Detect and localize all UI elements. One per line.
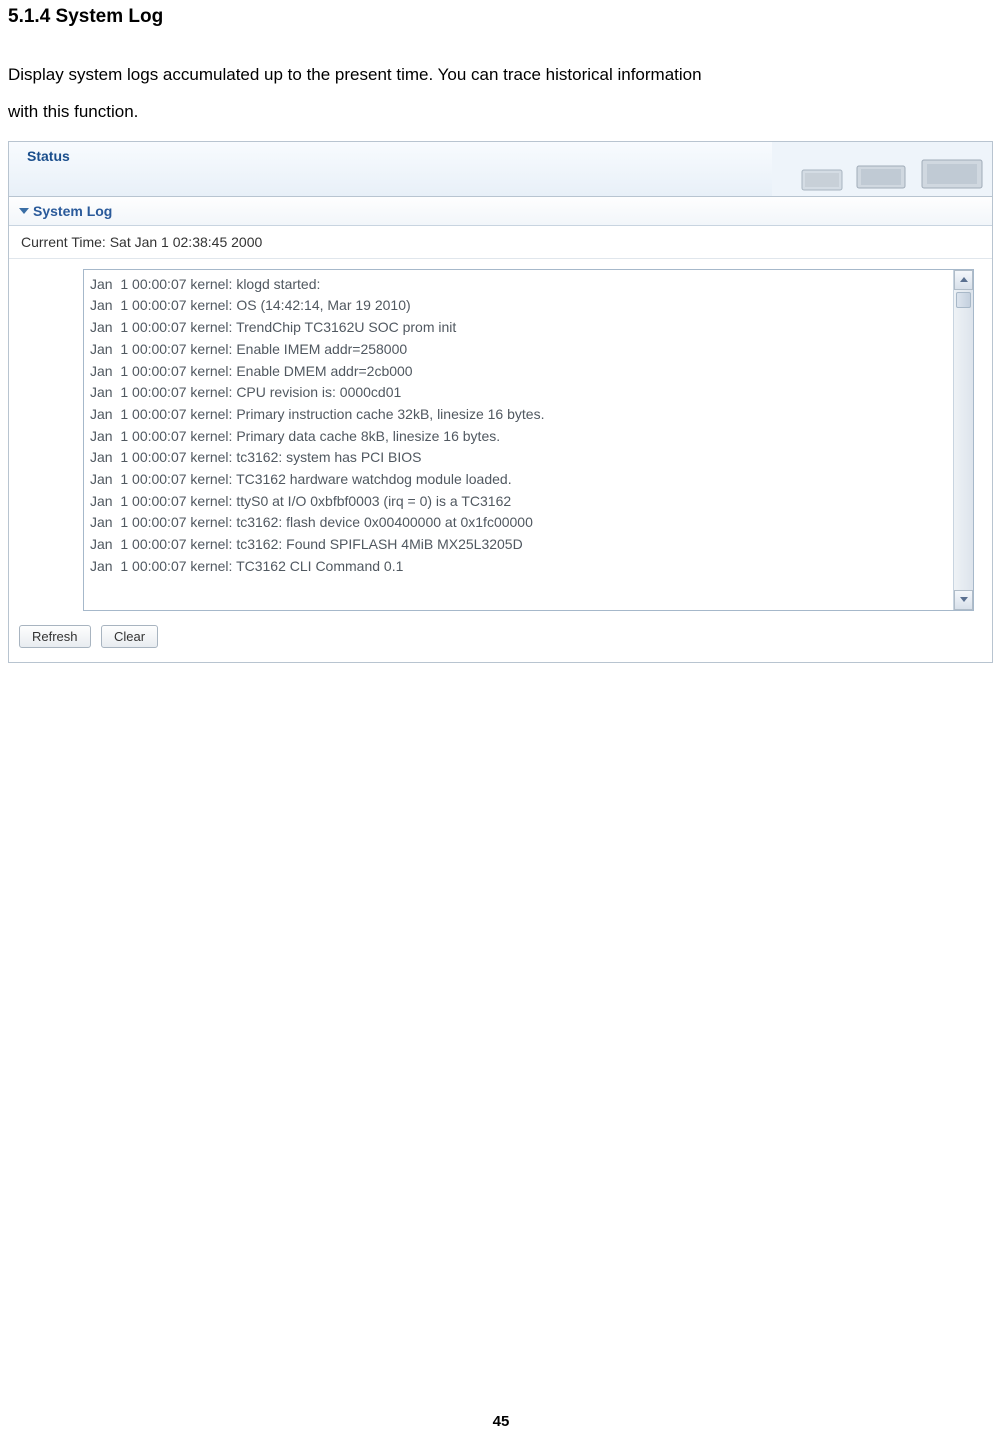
section-heading: 5.1.4 System Log bbox=[8, 6, 994, 28]
button-row: Refresh Clear bbox=[9, 611, 992, 662]
arrow-up-icon bbox=[960, 277, 968, 282]
log-content: Jan 1 00:00:07 kernel: klogd started: Ja… bbox=[84, 270, 973, 610]
intro-text: Display system logs accumulated up to th… bbox=[8, 56, 994, 131]
scroll-up-button[interactable] bbox=[954, 270, 973, 290]
scrollbar[interactable] bbox=[953, 270, 973, 610]
scroll-down-button[interactable] bbox=[954, 590, 973, 610]
clear-button[interactable]: Clear bbox=[101, 625, 158, 648]
intro-line1: Display system logs accumulated up to th… bbox=[8, 65, 702, 84]
intro-line2: with this function. bbox=[8, 102, 138, 121]
scroll-track[interactable] bbox=[954, 290, 973, 590]
screenshot-panel: Status System Log Current Time: Sat Jan … bbox=[8, 141, 993, 663]
page-number: 45 bbox=[0, 1413, 1002, 1430]
arrow-down-icon bbox=[960, 597, 968, 602]
panel-title-bar[interactable]: System Log bbox=[9, 197, 992, 226]
status-header: Status bbox=[9, 142, 992, 197]
header-decorative-image bbox=[772, 142, 992, 196]
panel-title: System Log bbox=[33, 203, 112, 219]
current-time: Current Time: Sat Jan 1 02:38:45 2000 bbox=[9, 226, 992, 259]
status-title: Status bbox=[27, 148, 70, 164]
log-area-wrap: Jan 1 00:00:07 kernel: klogd started: Ja… bbox=[9, 259, 992, 611]
log-textarea[interactable]: Jan 1 00:00:07 kernel: klogd started: Ja… bbox=[83, 269, 974, 611]
scroll-thumb[interactable] bbox=[956, 292, 971, 308]
chevron-down-icon bbox=[19, 208, 29, 214]
refresh-button[interactable]: Refresh bbox=[19, 625, 91, 648]
